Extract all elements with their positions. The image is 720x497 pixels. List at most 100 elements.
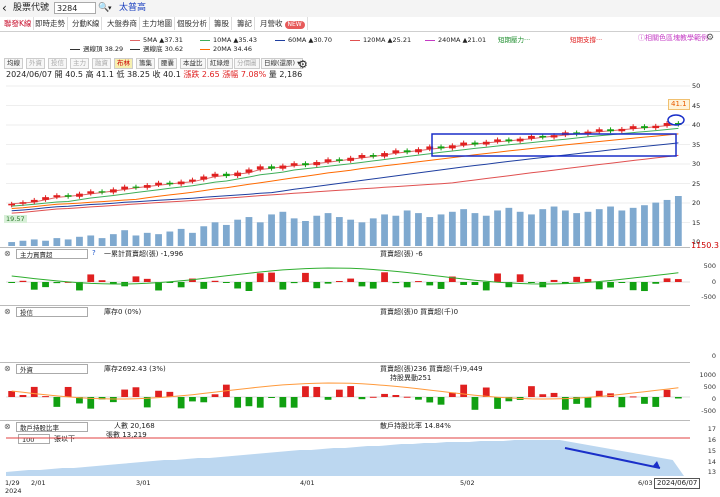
flow-bar	[268, 272, 275, 282]
flow-bar	[539, 394, 547, 397]
new-badge: NEW	[284, 21, 305, 29]
ind-tab-gather[interactable]: 籌集	[136, 58, 155, 69]
volume-bar	[132, 235, 140, 246]
price-tick: 35	[692, 140, 701, 149]
candle-body	[42, 197, 49, 200]
flow-bar	[663, 278, 671, 282]
volume-bar	[426, 217, 434, 246]
ind-tab-ma[interactable]: 均線	[4, 58, 23, 69]
stock-code-input[interactable]: 3284	[54, 2, 96, 14]
flow-bar	[347, 278, 355, 282]
tab-monthly-revenue[interactable]: 月營收 NEW	[258, 17, 308, 30]
volume-bar	[528, 214, 535, 246]
tab-broker[interactable]: 大盤券商	[105, 17, 140, 30]
panel2-select[interactable]: 投信	[16, 307, 88, 317]
flow-bar	[437, 282, 445, 289]
flow-bar	[415, 397, 422, 400]
flow-bar	[30, 282, 38, 290]
legend-weekly-bottom: 週線底 30.62	[130, 45, 183, 54]
flow-bar	[313, 386, 321, 397]
flow-bar	[234, 282, 242, 289]
gear-icon[interactable]: ⚙	[706, 33, 714, 43]
tab-realtime[interactable]: 即時走勢	[33, 17, 68, 30]
ind-tab-margin[interactable]: 融資	[92, 58, 111, 69]
flow-bar	[607, 282, 614, 288]
tab-notes[interactable]: 籌記	[235, 17, 255, 30]
tab-kline[interactable]: 聯發K線	[2, 17, 35, 30]
flow-bar	[335, 389, 343, 397]
flow-bar	[19, 280, 27, 282]
ma-line	[11, 133, 679, 209]
close-icon[interactable]: ⊗	[4, 307, 11, 317]
flow-bar	[369, 282, 377, 289]
ind-tab-trust[interactable]: 投信	[48, 58, 67, 69]
p3-axis-1: 1000	[699, 371, 716, 379]
volume-bar	[403, 210, 411, 246]
legend-ma60: 60MA ▲30.70	[275, 36, 332, 45]
tab-minute-kline[interactable]: 分動K線	[70, 17, 103, 30]
panel2-text1: 庫存0 (0%)	[104, 308, 142, 316]
ind-tab-light[interactable]: 紅綠燈	[207, 58, 233, 69]
tab-main-map[interactable]: 主力地圖	[140, 17, 175, 30]
close-icon[interactable]: ⊗	[4, 249, 11, 259]
help-link[interactable]: ⓘ相關色區塊教學範例	[638, 33, 708, 43]
ind-tab-price-dist[interactable]: 分價圖	[234, 58, 260, 69]
volume-bar	[268, 214, 275, 246]
panel2-text2: 買賣超(張)0 買賣超(千)0	[380, 308, 459, 316]
flow-bar	[98, 280, 106, 282]
candle-body	[641, 126, 648, 129]
volume-bar	[629, 207, 637, 246]
candle-body	[595, 129, 603, 132]
dropdown-icon[interactable]: ▾	[108, 2, 112, 14]
flow-bar	[121, 389, 129, 397]
ind-tab-main[interactable]: 主力	[70, 58, 89, 69]
candle-body	[607, 129, 614, 132]
candle-body	[381, 153, 388, 157]
flow-bar	[369, 396, 377, 398]
close-icon[interactable]: ⊗	[4, 422, 11, 432]
volume-bar	[584, 211, 592, 246]
date-label: 1/29	[5, 479, 20, 487]
stock-name: 太普高	[119, 3, 147, 13]
volume-bar	[19, 240, 27, 246]
price-chart[interactable]	[0, 82, 690, 246]
flow-bar	[426, 397, 434, 403]
tab-stock-analysis[interactable]: 個股分析	[175, 17, 210, 30]
back-icon[interactable]: ‹	[2, 1, 12, 15]
flow-bar	[222, 282, 230, 283]
flow-bar	[403, 282, 411, 288]
p3-axis-2: 500	[703, 383, 716, 391]
price-tick: 20	[692, 199, 701, 207]
volume-bar	[166, 231, 174, 246]
ind-tab-bollinger[interactable]: 布林	[114, 58, 133, 69]
price-tick: 40	[692, 121, 701, 129]
help-icon[interactable]: ?	[92, 249, 96, 257]
tab-chips[interactable]: 籌股	[212, 17, 232, 30]
flow-bar	[302, 272, 309, 282]
panel1-select[interactable]: 主力買賣超	[16, 249, 88, 259]
volume-bar	[674, 196, 682, 246]
volume-bar	[30, 239, 38, 246]
candle-body	[324, 159, 332, 163]
flow-bar	[528, 386, 535, 397]
candle-body	[30, 199, 38, 203]
volume-bar	[448, 211, 456, 246]
ind-tab-foreign[interactable]: 外資	[26, 58, 45, 69]
panel3-select[interactable]: 外資	[16, 364, 88, 374]
date-label: 3/01	[136, 479, 151, 487]
flow-bar	[143, 278, 151, 282]
volume-bar	[222, 224, 230, 246]
candle-body	[403, 150, 411, 153]
panel4-select[interactable]: 散戶持股比率	[16, 422, 88, 432]
volume-bar	[290, 218, 298, 246]
p4-axis-5: 13	[707, 468, 716, 476]
volume-bar	[561, 210, 569, 246]
candle-body	[279, 165, 287, 169]
flow-bar	[584, 397, 592, 408]
close-icon[interactable]: ⊗	[4, 364, 11, 374]
flow-bar	[268, 397, 275, 398]
ind-tab-pe[interactable]: 本益比	[180, 58, 206, 69]
candle-body	[652, 125, 660, 129]
candle-body	[166, 182, 174, 185]
ind-tab-waist[interactable]: 腰囊	[158, 58, 177, 69]
